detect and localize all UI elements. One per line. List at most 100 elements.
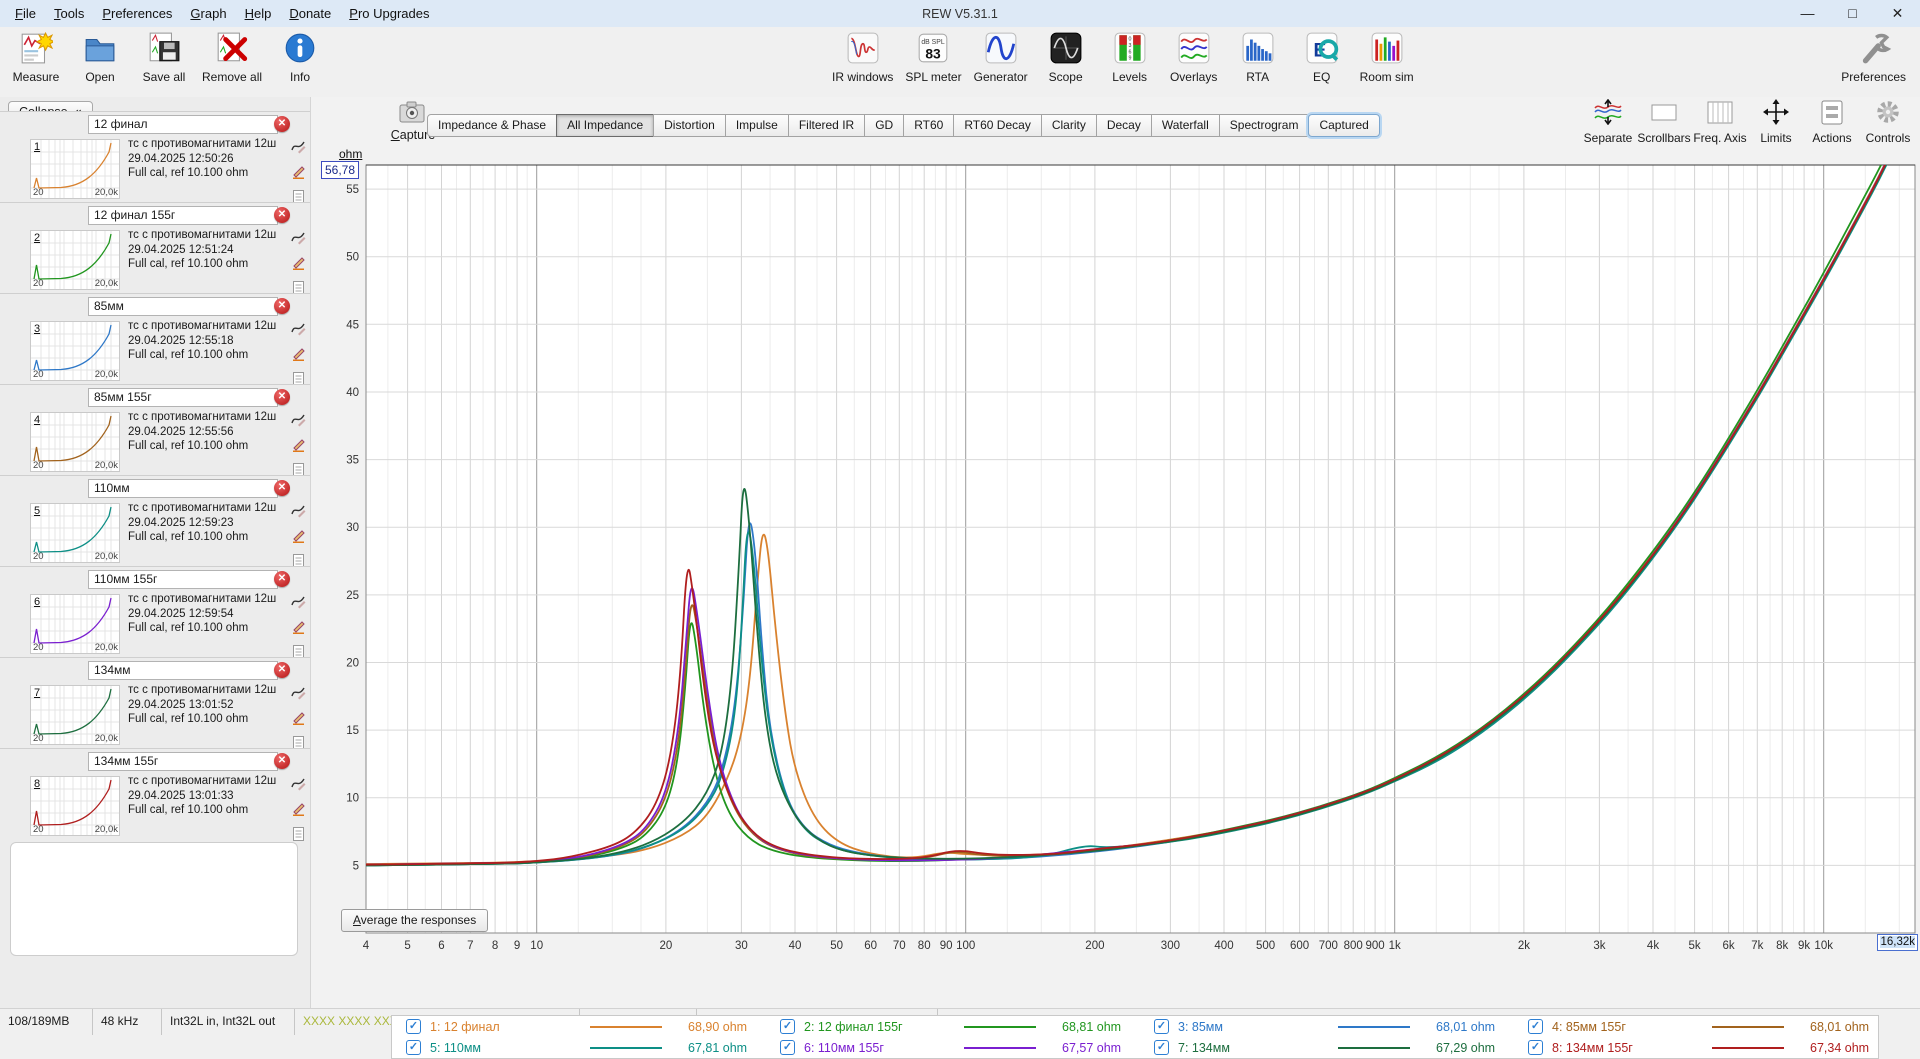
measurement-thumbnail[interactable]: 5 20 20,0k xyxy=(30,503,120,563)
measurement-thumbnail[interactable]: 4 20 20,0k xyxy=(30,412,120,472)
edit-colour-icon[interactable] xyxy=(291,164,306,184)
measurement-name-input[interactable]: 12 финал 155г xyxy=(88,206,278,225)
toolbar-button-rta[interactable]: RTA xyxy=(1226,30,1290,85)
tab-decay[interactable]: Decay xyxy=(1095,114,1152,137)
graph-tool-actions[interactable]: Actions xyxy=(1804,99,1860,145)
menu-pro-upgrades[interactable]: Pro Upgrades xyxy=(340,2,438,25)
remove-measurement-button[interactable]: ✕ xyxy=(274,480,290,496)
measurement-item-8[interactable]: 134мм 155г ✕ 8 20 20,0k тс с противомагнитами… xyxy=(0,748,310,841)
measurement-thumbnail[interactable]: 2 20 20,0k xyxy=(30,230,120,290)
measurement-item-4[interactable]: 85мм 155г ✕ 4 20 20,0k тс с противомагнитами … xyxy=(0,384,310,477)
trace-style-icon[interactable] xyxy=(291,412,306,432)
remove-measurement-button[interactable]: ✕ xyxy=(274,116,290,132)
legend-checkbox[interactable]: ✓ xyxy=(1528,1040,1543,1055)
graph-tool-limits[interactable]: Limits xyxy=(1748,99,1804,145)
tab-gd[interactable]: GD xyxy=(864,114,905,137)
trace-style-icon[interactable] xyxy=(291,139,306,159)
menu-tools[interactable]: Tools xyxy=(45,2,93,25)
remove-measurement-button[interactable]: ✕ xyxy=(274,571,290,587)
measurement-thumbnail[interactable]: 7 20 20,0k xyxy=(30,685,120,745)
toolbar-button-save-all[interactable]: Save all xyxy=(132,30,196,85)
remove-measurement-button[interactable]: ✕ xyxy=(274,389,290,405)
tab-distortion[interactable]: Distortion xyxy=(653,114,726,137)
tab-filtered-ir[interactable]: Filtered IR xyxy=(787,114,866,137)
edit-colour-icon[interactable] xyxy=(291,346,306,366)
measurement-thumbnail[interactable]: 1 20 20,0k xyxy=(30,139,120,199)
menu-file[interactable]: File xyxy=(6,2,45,25)
graph-tool-controls[interactable]: Controls xyxy=(1860,99,1916,145)
toolbar-button-scope[interactable]: Scope xyxy=(1034,30,1098,85)
menu-preferences[interactable]: Preferences xyxy=(93,2,181,25)
trace-style-icon[interactable] xyxy=(291,503,306,523)
legend-checkbox[interactable]: ✓ xyxy=(780,1019,795,1034)
toolbar-button-preferences[interactable]: Preferences xyxy=(1835,30,1912,85)
legend-checkbox[interactable]: ✓ xyxy=(406,1019,421,1034)
edit-colour-icon[interactable] xyxy=(291,710,306,730)
tab-spectrogram[interactable]: Spectrogram xyxy=(1218,114,1310,137)
measurement-item-7[interactable]: 134мм ✕ 7 20 20,0k тс с противомагнитами 12ш 2… xyxy=(0,657,310,750)
toolbar-button-measure[interactable]: Measure xyxy=(4,30,68,85)
remove-measurement-button[interactable]: ✕ xyxy=(274,753,290,769)
tab-clarity[interactable]: Clarity xyxy=(1040,114,1097,137)
graph-tool-scrollbars[interactable]: Scrollbars xyxy=(1636,99,1692,145)
toolbar-button-generator[interactable]: Generator xyxy=(968,30,1034,85)
trace-style-icon[interactable] xyxy=(291,321,306,341)
y-axis-unit-label[interactable]: ohm xyxy=(339,147,362,161)
remove-measurement-button[interactable]: ✕ xyxy=(274,207,290,223)
minimize-button[interactable]: — xyxy=(1785,0,1830,27)
edit-colour-icon[interactable] xyxy=(291,619,306,639)
toolbar-button-overlays[interactable]: Overlays xyxy=(1162,30,1226,85)
tab-impulse[interactable]: Impulse xyxy=(724,114,789,137)
measurement-name-input[interactable]: 134мм xyxy=(88,661,278,680)
toolbar-button-open[interactable]: Open xyxy=(68,30,132,85)
remove-measurement-button[interactable]: ✕ xyxy=(274,662,290,678)
measurement-name-input[interactable]: 85мм xyxy=(88,297,278,316)
menu-help[interactable]: Help xyxy=(236,2,281,25)
legend-checkbox[interactable]: ✓ xyxy=(406,1040,421,1055)
measurement-item-5[interactable]: 110мм ✕ 5 20 20,0k тс с противомагнитами 12ш 2… xyxy=(0,475,310,568)
toolbar-button-eq[interactable]: E EQ xyxy=(1290,30,1354,85)
measurement-name-input[interactable]: 110мм xyxy=(88,479,278,498)
trace-style-icon[interactable] xyxy=(291,685,306,705)
close-button[interactable]: ✕ xyxy=(1875,0,1920,27)
edit-colour-icon[interactable] xyxy=(291,437,306,457)
tab-all-impedance[interactable]: All Impedance xyxy=(556,114,655,137)
legend-checkbox[interactable]: ✓ xyxy=(1528,1019,1543,1034)
remove-measurement-button[interactable]: ✕ xyxy=(274,298,290,314)
toolbar-button-remove-all[interactable]: Remove all xyxy=(196,30,268,85)
measurement-item-2[interactable]: 12 финал 155г ✕ 2 20 20,0k тс с противомагнит… xyxy=(0,202,310,295)
trace-style-icon[interactable] xyxy=(291,594,306,614)
measurement-item-1[interactable]: 12 финал ✕ 1 20 20,0k тс с противомагнитами 1… xyxy=(0,111,310,204)
measurement-thumbnail[interactable]: 3 20 20,0k xyxy=(30,321,120,381)
measurement-item-3[interactable]: 85мм ✕ 3 20 20,0k тс с противомагнитами 12ш 29… xyxy=(0,293,310,386)
tab-impedance-phase[interactable]: Impedance & Phase xyxy=(427,114,558,137)
measurement-name-input[interactable]: 85мм 155г xyxy=(88,388,278,407)
graph-tool-separate[interactable]: Separate xyxy=(1580,98,1636,145)
measurement-thumbnail[interactable]: 8 20 20,0k xyxy=(30,776,120,836)
legend-checkbox[interactable]: ✓ xyxy=(1154,1019,1169,1034)
trace-style-icon[interactable] xyxy=(291,776,306,796)
toolbar-button-room-sim[interactable]: Room sim xyxy=(1354,30,1420,85)
tab-rt60-decay[interactable]: RT60 Decay xyxy=(953,114,1042,137)
measurement-name-input[interactable]: 134мм 155г xyxy=(88,752,278,771)
toolbar-button-ir-windows[interactable]: IR windows xyxy=(826,30,899,85)
tab-rt60[interactable]: RT60 xyxy=(903,114,955,137)
tab-waterfall[interactable]: Waterfall xyxy=(1150,114,1220,137)
menu-graph[interactable]: Graph xyxy=(181,2,235,25)
tab-captured[interactable]: Captured xyxy=(1308,114,1380,137)
edit-colour-icon[interactable] xyxy=(291,528,306,548)
edit-colour-icon[interactable] xyxy=(291,801,306,821)
average-responses-button[interactable]: Average the responses xyxy=(341,909,489,932)
graph-tool-freq-axis[interactable]: Freq. Axis xyxy=(1692,99,1748,145)
measurement-thumbnail[interactable]: 6 20 20,0k xyxy=(30,594,120,654)
restore-button[interactable]: □ xyxy=(1830,0,1875,27)
edit-colour-icon[interactable] xyxy=(291,255,306,275)
toolbar-button-info[interactable]: Info xyxy=(268,30,332,85)
trace-style-icon[interactable] xyxy=(291,230,306,250)
measurement-name-input[interactable]: 110мм 155г xyxy=(88,570,278,589)
measurement-name-input[interactable]: 12 финал xyxy=(88,115,278,134)
menu-donate[interactable]: Donate xyxy=(280,2,340,25)
measurement-item-6[interactable]: 110мм 155г ✕ 6 20 20,0k тс с противомагнитами… xyxy=(0,566,310,659)
chart-plot[interactable]: 5 10 15 20 25 30 35 40 45 50 55 4 5 6 7 8 9 10 20 30 40 50 60 7… xyxy=(311,153,1920,960)
toolbar-button-spl-meter[interactable]: dB SPL 83 SPL meter xyxy=(899,30,967,85)
